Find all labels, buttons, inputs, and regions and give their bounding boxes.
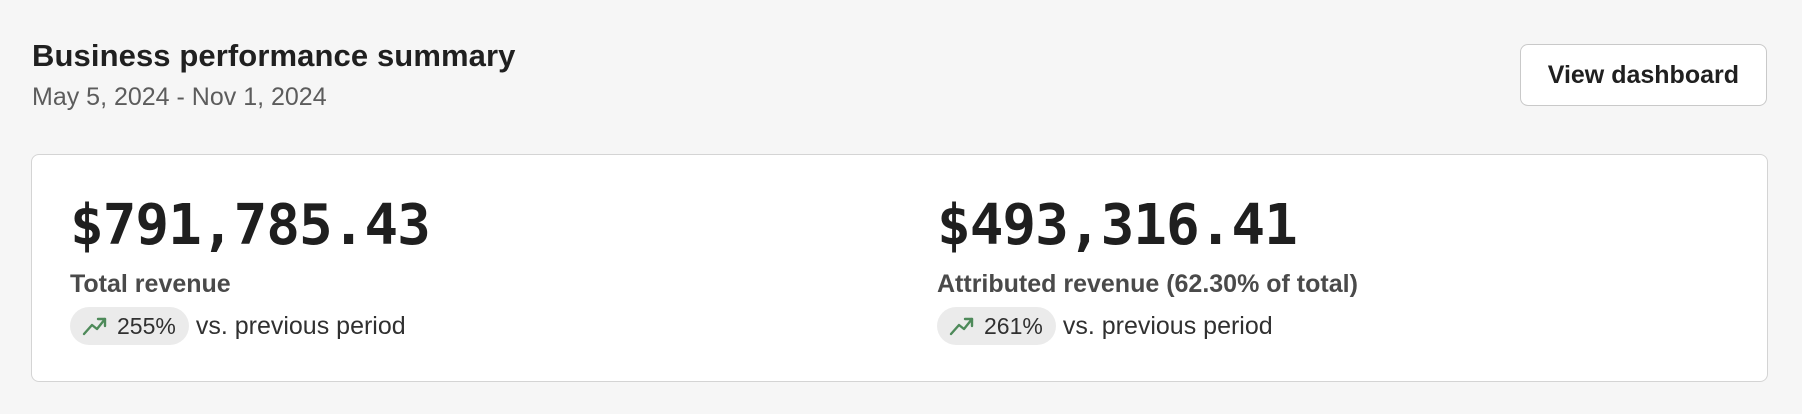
change-percent: 261% <box>984 312 1043 339</box>
metric-attributed-revenue: $493,316.41 Attributed revenue (62.30% o… <box>937 195 1358 345</box>
change-badge: 255% <box>70 307 189 345</box>
date-range: May 5, 2024 - Nov 1, 2024 <box>32 83 327 111</box>
page-title: Business performance summary <box>32 38 516 73</box>
summary-header: Business performance summary May 5, 2024… <box>32 36 516 112</box>
trending-up-icon <box>82 317 107 336</box>
trending-up-icon <box>949 317 974 336</box>
metric-label: Attributed revenue (62.30% of total) <box>937 270 1358 298</box>
change-suffix: vs. previous period <box>195 311 406 340</box>
view-dashboard-button[interactable]: View dashboard <box>1519 44 1767 106</box>
metric-label: Total revenue <box>70 270 231 298</box>
change-badge: 261% <box>937 307 1056 345</box>
metric-value: $791,785.43 <box>70 193 431 258</box>
change-percent: 255% <box>117 312 176 339</box>
change-suffix: vs. previous period <box>1062 311 1273 340</box>
metrics-card: $791,785.43 Total revenue 255% vs. previ… <box>31 154 1768 382</box>
metric-total-revenue: $791,785.43 Total revenue 255% vs. previ… <box>70 193 431 345</box>
business-performance-page: Business performance summary May 5, 2024… <box>0 0 1802 414</box>
change-row: 261% vs. previous period <box>937 307 1358 345</box>
metric-value: $493,316.41 <box>937 193 1298 258</box>
change-row: 255% vs. previous period <box>70 307 430 345</box>
